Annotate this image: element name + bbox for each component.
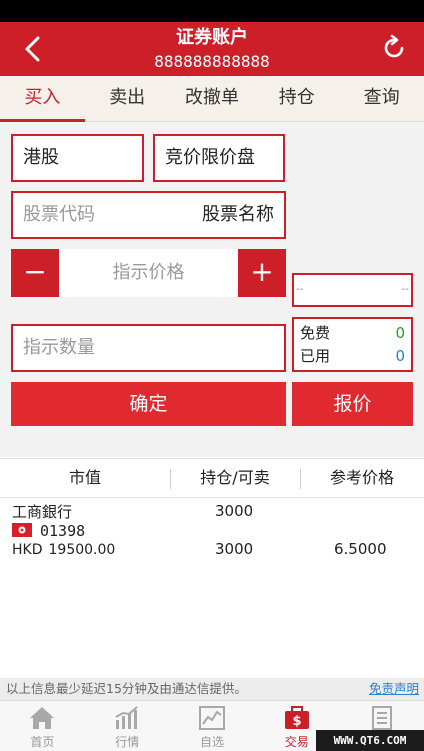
svg-text:$: $ (292, 714, 301, 729)
market-value: 港股 (23, 147, 59, 168)
tab-positions[interactable]: 持仓 (254, 76, 339, 121)
quantity-input[interactable]: 指示数量 (11, 324, 286, 372)
trade-tabs: 买入 卖出 改撤单 持仓 查询 (0, 76, 424, 122)
market-chart-icon (115, 706, 138, 729)
briefcase-dollar-icon: $ (284, 706, 309, 729)
price-range-high: -- (401, 284, 409, 295)
currency: HKD (12, 542, 43, 558)
used-label: 已用 (300, 347, 331, 365)
refresh-icon[interactable] (380, 34, 408, 62)
tab-query[interactable]: 查询 (339, 76, 424, 121)
sellable-quantity: 3000 (215, 540, 254, 558)
fee-row: 免费 0 (300, 321, 405, 345)
holdings-table-header: 市值 持仓/可卖 参考价格 (0, 458, 424, 498)
delay-notice-text: 以上信息最少延迟15分钟及由通达信提供。 (6, 681, 247, 696)
confirm-button[interactable]: 确定 (11, 382, 286, 426)
column-market-value: 市值 (68, 468, 101, 487)
page-title: 证券账户 (176, 27, 248, 48)
table-row[interactable]: 工商銀行 01398 HKD 19500.00 3000 3000 6.5000 (0, 498, 424, 568)
nav-watchlist-label: 自选 (199, 735, 224, 749)
fee-summary: 免费 0 已用 0 (292, 317, 413, 372)
price-increase-button[interactable]: + (238, 249, 286, 297)
stock-name: 工商銀行 (12, 503, 73, 521)
nav-home-label: 首页 (30, 735, 55, 749)
market-select[interactable]: 港股 (11, 134, 144, 182)
column-holding-sellable: 持仓/可卖 (200, 468, 270, 487)
used-row: 已用 0 (300, 344, 405, 368)
fee-value: 0 (395, 324, 405, 342)
order-type-select[interactable]: 竞价限价盘 (153, 134, 285, 182)
price-stepper: − 指示价格 + (11, 249, 286, 297)
order-form: 港股 竞价限价盘 股票代码 股票名称 − 指示价格 + -- -- 指示数量 免… (0, 122, 424, 457)
watchlist-chart-icon (198, 706, 225, 730)
used-value: 0 (395, 347, 405, 365)
app-header: 证券账户 888888888888 (0, 22, 424, 76)
stock-code-placeholder: 股票代码 (23, 204, 95, 225)
stock-name-label: 股票名称 (202, 204, 274, 225)
news-document-icon (371, 706, 392, 730)
column-ref-price: 参考价格 (329, 468, 394, 487)
nav-market-label: 行情 (115, 735, 140, 749)
price-decrease-button[interactable]: − (11, 249, 59, 297)
site-watermark: WWW.QT6.COM (316, 730, 424, 751)
fee-label: 免费 (300, 324, 331, 342)
nav-home[interactable]: 首页 (0, 701, 85, 751)
home-icon (30, 707, 55, 729)
tab-buy[interactable]: 买入 (0, 76, 85, 122)
tab-sell[interactable]: 卖出 (85, 76, 170, 121)
nav-watchlist[interactable]: 自选 (170, 701, 255, 751)
stock-code-input[interactable]: 股票代码 股票名称 (11, 191, 286, 239)
stock-code: 01398 (40, 522, 86, 540)
price-input[interactable]: 指示价格 (59, 249, 238, 297)
holding-quantity: 3000 (215, 502, 254, 520)
status-bar (0, 0, 424, 22)
quantity-placeholder: 指示数量 (23, 337, 95, 358)
delay-notice: 以上信息最少延迟15分钟及由通达信提供。 免责声明 (0, 678, 424, 700)
market-value-amount: 19500.00 (48, 542, 116, 558)
account-number: 888888888888 (154, 52, 270, 71)
nav-market[interactable]: 行情 (85, 701, 170, 751)
tab-modify-cancel[interactable]: 改撤单 (170, 76, 255, 121)
market-value: HKD 19500.00 (12, 542, 115, 558)
reference-price: 6.5000 (334, 540, 387, 558)
order-type-value: 竞价限价盘 (165, 147, 255, 168)
disclaimer-link[interactable]: 免责声明 (369, 678, 419, 700)
price-range-low: -- (296, 284, 304, 295)
hong-kong-flag-icon (12, 523, 32, 537)
quote-button[interactable]: 报价 (292, 382, 413, 426)
price-range-display: -- -- (292, 273, 413, 307)
